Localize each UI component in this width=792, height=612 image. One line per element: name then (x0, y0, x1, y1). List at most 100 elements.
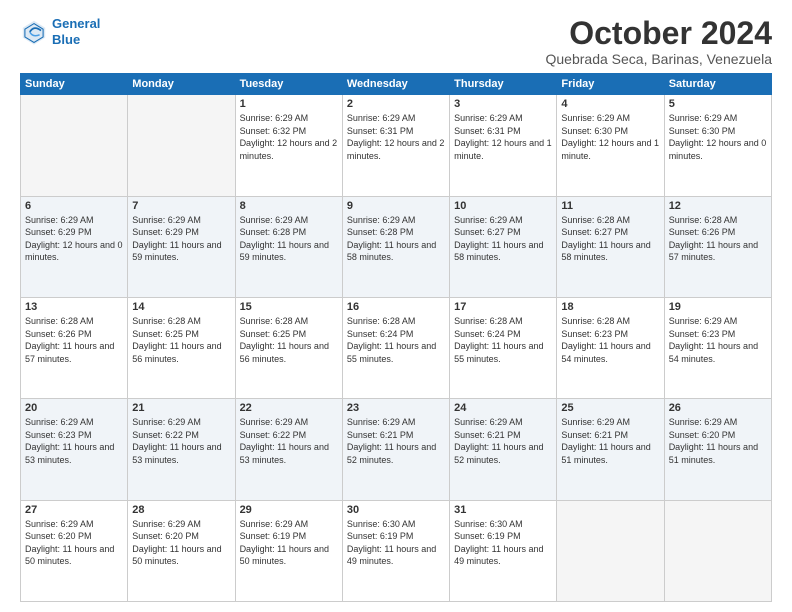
day-number: 25 (561, 402, 659, 414)
calendar-cell: 25 Sunrise: 6:29 AM Sunset: 6:21 PM Dayli… (557, 399, 664, 500)
calendar-cell: 30Sunrise: 6:30 AM Sunset: 6:19 PM Dayli… (342, 500, 449, 601)
day-info: Sunrise: 6:30 AM Sunset: 6:19 PM Dayligh… (454, 518, 552, 568)
logo-text: General Blue (52, 16, 100, 47)
day-number: 19 (669, 301, 767, 313)
day-info: Sunrise: 6:29 AM Sunset: 6:20 PM Dayligh… (132, 518, 230, 568)
col-friday: Friday (557, 74, 664, 95)
day-number: 16 (347, 301, 445, 313)
day-number: 6 (25, 200, 123, 212)
day-number: 5 (669, 98, 767, 110)
day-number: 13 (25, 301, 123, 313)
day-number: 31 (454, 504, 552, 516)
calendar-cell: 23Sunrise: 6:29 AM Sunset: 6:21 PM Dayli… (342, 399, 449, 500)
day-number: 15 (240, 301, 338, 313)
week-row-1: 1Sunrise: 6:29 AM Sunset: 6:32 PM Daylig… (21, 95, 772, 196)
location-subtitle: Quebrada Seca, Barinas, Venezuela (546, 51, 773, 67)
day-number: 11 (561, 200, 659, 212)
calendar-cell: 1Sunrise: 6:29 AM Sunset: 6:32 PM Daylig… (235, 95, 342, 196)
logo-line1: General (52, 16, 100, 31)
calendar-cell: 9 Sunrise: 6:29 AM Sunset: 6:28 PM Daylig… (342, 196, 449, 297)
col-saturday: Saturday (664, 74, 771, 95)
calendar-cell: 5 Sunrise: 6:29 AM Sunset: 6:30 PM Daylig… (664, 95, 771, 196)
calendar-cell: 4 Sunrise: 6:29 AM Sunset: 6:30 PM Daylig… (557, 95, 664, 196)
day-number: 28 (132, 504, 230, 516)
day-info: Sunrise: 6:29 AM Sunset: 6:29 PM Dayligh… (25, 214, 123, 264)
calendar-cell: 28 Sunrise: 6:29 AM Sunset: 6:20 PM Dayli… (128, 500, 235, 601)
page: General Blue October 2024 Quebrada Seca,… (0, 0, 792, 612)
day-info: Sunrise: 6:29 AM Sunset: 6:22 PM Dayligh… (132, 416, 230, 466)
day-info: Sunrise: 6:29 AM Sunset: 6:23 PM Dayligh… (669, 315, 767, 365)
day-number: 1 (240, 98, 338, 110)
day-info: Sunrise: 6:28 AM Sunset: 6:27 PM Dayligh… (561, 214, 659, 264)
week-row-4: 20 Sunrise: 6:29 AM Sunset: 6:23 PM Dayli… (21, 399, 772, 500)
day-number: 17 (454, 301, 552, 313)
title-block: October 2024 Quebrada Seca, Barinas, Ven… (546, 16, 773, 67)
day-number: 24 (454, 402, 552, 414)
day-number: 30 (347, 504, 445, 516)
day-info: Sunrise: 6:29 AM Sunset: 6:31 PM Dayligh… (454, 112, 552, 162)
day-info: Sunrise: 6:29 AM Sunset: 6:21 PM Dayligh… (454, 416, 552, 466)
calendar-cell: 22Sunrise: 6:29 AM Sunset: 6:22 PM Dayli… (235, 399, 342, 500)
calendar-cell: 13Sunrise: 6:28 AM Sunset: 6:26 PM Dayli… (21, 297, 128, 398)
day-info: Sunrise: 6:29 AM Sunset: 6:20 PM Dayligh… (669, 416, 767, 466)
calendar-cell: 14 Sunrise: 6:28 AM Sunset: 6:25 PM Dayli… (128, 297, 235, 398)
day-info: Sunrise: 6:29 AM Sunset: 6:19 PM Dayligh… (240, 518, 338, 568)
calendar-cell (557, 500, 664, 601)
day-info: Sunrise: 6:28 AM Sunset: 6:23 PM Dayligh… (561, 315, 659, 365)
day-info: Sunrise: 6:28 AM Sunset: 6:25 PM Dayligh… (240, 315, 338, 365)
calendar-cell: 19 Sunrise: 6:29 AM Sunset: 6:23 PM Dayli… (664, 297, 771, 398)
calendar-table: Sunday Monday Tuesday Wednesday Thursday… (20, 73, 772, 602)
calendar-cell: 24 Sunrise: 6:29 AM Sunset: 6:21 PM Dayli… (450, 399, 557, 500)
day-info: Sunrise: 6:29 AM Sunset: 6:21 PM Dayligh… (561, 416, 659, 466)
col-thursday: Thursday (450, 74, 557, 95)
header-row: Sunday Monday Tuesday Wednesday Thursday… (21, 74, 772, 95)
day-number: 23 (347, 402, 445, 414)
day-info: Sunrise: 6:29 AM Sunset: 6:29 PM Dayligh… (132, 214, 230, 264)
week-row-5: 27Sunrise: 6:29 AM Sunset: 6:20 PM Dayli… (21, 500, 772, 601)
col-monday: Monday (128, 74, 235, 95)
day-info: Sunrise: 6:29 AM Sunset: 6:30 PM Dayligh… (669, 112, 767, 162)
day-number: 9 (347, 200, 445, 212)
week-row-3: 13Sunrise: 6:28 AM Sunset: 6:26 PM Dayli… (21, 297, 772, 398)
logo: General Blue (20, 16, 100, 47)
day-number: 20 (25, 402, 123, 414)
day-number: 12 (669, 200, 767, 212)
calendar-cell: 16 Sunrise: 6:28 AM Sunset: 6:24 PM Dayli… (342, 297, 449, 398)
day-info: Sunrise: 6:29 AM Sunset: 6:28 PM Dayligh… (347, 214, 445, 264)
day-number: 2 (347, 98, 445, 110)
day-number: 22 (240, 402, 338, 414)
calendar-cell: 31 Sunrise: 6:30 AM Sunset: 6:19 PM Dayli… (450, 500, 557, 601)
day-info: Sunrise: 6:28 AM Sunset: 6:26 PM Dayligh… (669, 214, 767, 264)
day-number: 8 (240, 200, 338, 212)
day-number: 4 (561, 98, 659, 110)
calendar-cell: 10Sunrise: 6:29 AM Sunset: 6:27 PM Dayli… (450, 196, 557, 297)
calendar-cell (21, 95, 128, 196)
col-sunday: Sunday (21, 74, 128, 95)
header: General Blue October 2024 Quebrada Seca,… (20, 16, 772, 67)
month-title: October 2024 (546, 16, 773, 51)
day-number: 29 (240, 504, 338, 516)
day-info: Sunrise: 6:28 AM Sunset: 6:25 PM Dayligh… (132, 315, 230, 365)
day-number: 14 (132, 301, 230, 313)
calendar-cell: 18Sunrise: 6:28 AM Sunset: 6:23 PM Dayli… (557, 297, 664, 398)
calendar-cell: 20 Sunrise: 6:29 AM Sunset: 6:23 PM Dayli… (21, 399, 128, 500)
col-wednesday: Wednesday (342, 74, 449, 95)
day-number: 21 (132, 402, 230, 414)
calendar-cell: 7Sunrise: 6:29 AM Sunset: 6:29 PM Daylig… (128, 196, 235, 297)
logo-line2: Blue (52, 32, 80, 47)
day-info: Sunrise: 6:29 AM Sunset: 6:20 PM Dayligh… (25, 518, 123, 568)
calendar-cell: 27Sunrise: 6:29 AM Sunset: 6:20 PM Dayli… (21, 500, 128, 601)
calendar-cell: 11 Sunrise: 6:28 AM Sunset: 6:27 PM Dayli… (557, 196, 664, 297)
day-info: Sunrise: 6:29 AM Sunset: 6:23 PM Dayligh… (25, 416, 123, 466)
week-row-2: 6 Sunrise: 6:29 AM Sunset: 6:29 PM Daylig… (21, 196, 772, 297)
day-number: 3 (454, 98, 552, 110)
calendar-cell: 8Sunrise: 6:29 AM Sunset: 6:28 PM Daylig… (235, 196, 342, 297)
calendar-cell: 15 Sunrise: 6:28 AM Sunset: 6:25 PM Dayli… (235, 297, 342, 398)
calendar-cell: 17Sunrise: 6:28 AM Sunset: 6:24 PM Dayli… (450, 297, 557, 398)
calendar-cell: 2Sunrise: 6:29 AM Sunset: 6:31 PM Daylig… (342, 95, 449, 196)
day-info: Sunrise: 6:29 AM Sunset: 6:30 PM Dayligh… (561, 112, 659, 162)
calendar-cell: 21 Sunrise: 6:29 AM Sunset: 6:22 PM Dayli… (128, 399, 235, 500)
calendar-cell: 12 Sunrise: 6:28 AM Sunset: 6:26 PM Dayli… (664, 196, 771, 297)
day-info: Sunrise: 6:28 AM Sunset: 6:24 PM Dayligh… (347, 315, 445, 365)
calendar-cell (664, 500, 771, 601)
